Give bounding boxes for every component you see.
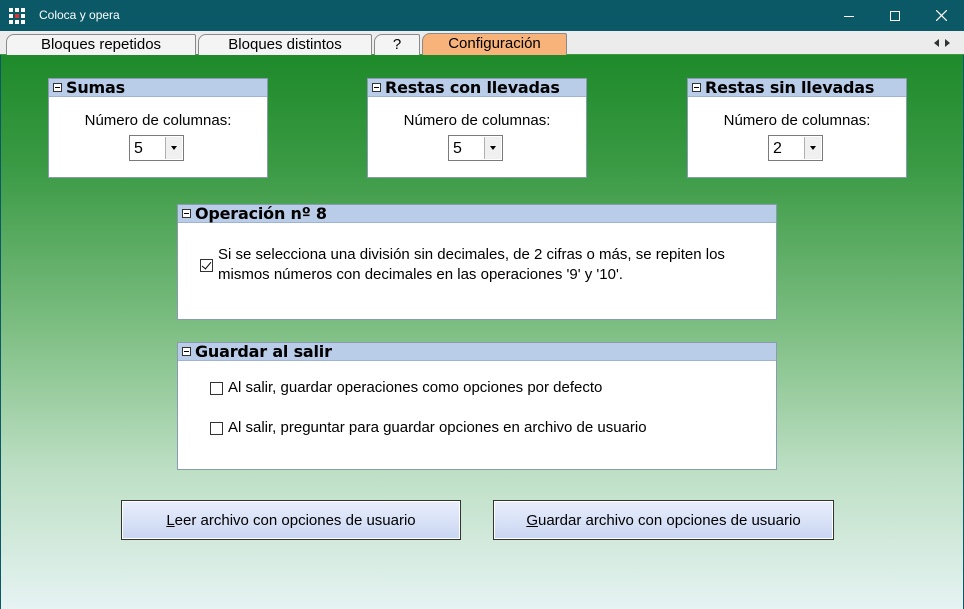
collapse-icon[interactable] (182, 209, 191, 218)
restas-sin-columns-select[interactable]: 2 (768, 135, 823, 161)
save-defaults-checkbox[interactable] (210, 382, 223, 395)
maximize-button[interactable] (872, 0, 918, 31)
save-user-options-button[interactable]: Guardar archivo con opciones de usuario (493, 500, 834, 540)
ask-save-user-file-checkbox[interactable] (210, 422, 223, 435)
tab-bar: Bloques repetidos Bloques distintos ? Co… (0, 31, 964, 55)
repeat-decimals-label[interactable]: Si se selecciona una división sin decima… (218, 245, 725, 285)
panel-operacion-8: Operación nº 8 Si se selecciona una divi… (177, 204, 777, 320)
config-page: Sumas Número de columnas: 5 Restas con l… (0, 55, 964, 609)
app-grid-icon (9, 8, 25, 24)
minimize-button[interactable] (826, 0, 872, 31)
tab-bloques-repetidos[interactable]: Bloques repetidos (6, 34, 196, 55)
title-bar: Coloca y opera (0, 0, 964, 31)
panel-guardar-al-salir: Guardar al salir Al salir, guardar opera… (177, 342, 777, 470)
close-button[interactable] (918, 0, 964, 31)
panel-title: Restas con llevadas (385, 78, 560, 97)
tab-configuracion[interactable]: Configuración (422, 33, 567, 55)
collapse-icon[interactable] (372, 83, 381, 92)
collapse-icon[interactable] (182, 347, 191, 356)
maximize-icon (890, 10, 900, 21)
panel-title: Sumas (66, 78, 125, 97)
restas-con-columns-select[interactable]: 5 (448, 135, 503, 161)
tab-help[interactable]: ? (374, 34, 420, 55)
panel-restas-sin-llevadas: Restas sin llevadas Número de columnas: … (687, 78, 907, 178)
ask-save-user-file-label[interactable]: Al salir, preguntar para guardar opcione… (228, 418, 647, 438)
window-title: Coloca y opera (39, 8, 120, 22)
columns-label: Número de columnas: (84, 112, 232, 129)
arrow-left-icon[interactable] (934, 39, 939, 47)
tab-bloques-distintos[interactable]: Bloques distintos (198, 34, 372, 55)
tab-scroll-arrows[interactable] (934, 37, 956, 49)
collapse-icon[interactable] (692, 83, 701, 92)
chevron-down-icon[interactable] (484, 137, 501, 159)
columns-label: Número de columnas: (403, 112, 551, 129)
arrow-right-icon[interactable] (945, 39, 950, 47)
panel-title: Restas sin llevadas (705, 78, 875, 97)
collapse-icon[interactable] (53, 83, 62, 92)
panel-title: Operación nº 8 (195, 204, 327, 223)
columns-label: Número de columnas: (723, 112, 871, 129)
save-defaults-label[interactable]: Al salir, guardar operaciones como opcio… (228, 378, 602, 398)
panel-sumas: Sumas Número de columnas: 5 (48, 78, 268, 178)
close-icon (935, 10, 947, 21)
read-user-options-button[interactable]: Leer archivo con opciones de usuario (121, 500, 461, 540)
repeat-decimals-checkbox[interactable] (200, 259, 213, 272)
chevron-down-icon[interactable] (804, 137, 821, 159)
sumas-columns-select[interactable]: 5 (129, 135, 184, 161)
minimize-icon (844, 15, 854, 17)
chevron-down-icon[interactable] (165, 137, 182, 159)
panel-title: Guardar al salir (195, 342, 332, 361)
panel-restas-con-llevadas: Restas con llevadas Número de columnas: … (367, 78, 587, 178)
